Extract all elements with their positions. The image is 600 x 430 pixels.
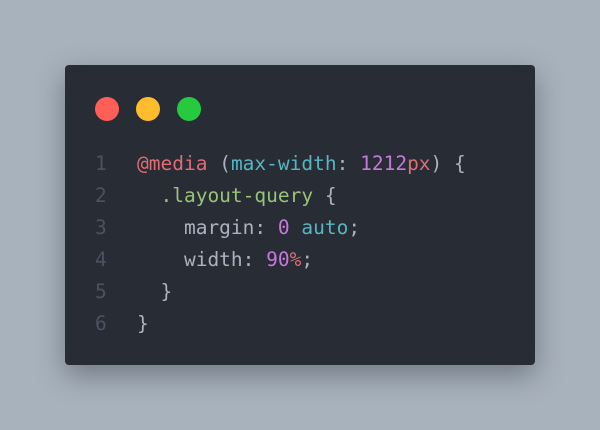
code-token-keyword: auto <box>301 216 349 239</box>
code-text: } <box>137 276 172 308</box>
code-token-number: 1212 <box>360 152 408 175</box>
line-number: 6 <box>95 312 107 335</box>
code-token-number: 0 <box>277 216 290 239</box>
close-dot-icon[interactable] <box>95 97 119 121</box>
code-token-punctuation <box>290 216 302 239</box>
code-token-punctuation: } <box>137 280 173 303</box>
line-number: 4 <box>95 248 107 271</box>
code-token-punctuation: width: <box>137 248 267 271</box>
code-token-selector: .layout-query <box>160 184 314 207</box>
code-text: @media (max-width: 1212px) { <box>137 148 466 180</box>
line-number: 2 <box>95 184 107 207</box>
code-token-number: 90 <box>266 248 290 271</box>
code-token-punctuation: ; <box>348 216 361 239</box>
code-token-unit: px <box>407 152 431 175</box>
code-token-punctuation <box>137 184 160 207</box>
code-token-punctuation: ( <box>207 152 231 175</box>
code-token-punctuation: ) { <box>430 152 466 175</box>
code-text: width: 90%; <box>137 244 313 276</box>
maximize-dot-icon[interactable] <box>177 97 201 121</box>
code-token-punctuation: { <box>313 184 337 207</box>
line-number: 3 <box>95 216 107 239</box>
minimize-dot-icon[interactable] <box>136 97 160 121</box>
code-token-unit: % <box>289 248 302 271</box>
code-text: } <box>137 308 149 340</box>
line-number: 1 <box>95 152 107 175</box>
code-text: .layout-query { <box>137 180 337 212</box>
code-token-punctuation: : <box>336 152 361 175</box>
code-token-punctuation: } <box>137 312 149 335</box>
line-number: 5 <box>95 280 107 303</box>
code-token-punctuation: ; <box>301 248 314 271</box>
code-text: margin: 0 auto; <box>137 212 360 244</box>
code-token-punctuation: margin: <box>137 216 278 239</box>
code-token-at-rule: @media <box>137 152 208 175</box>
code-token-property: max-width <box>230 152 337 175</box>
